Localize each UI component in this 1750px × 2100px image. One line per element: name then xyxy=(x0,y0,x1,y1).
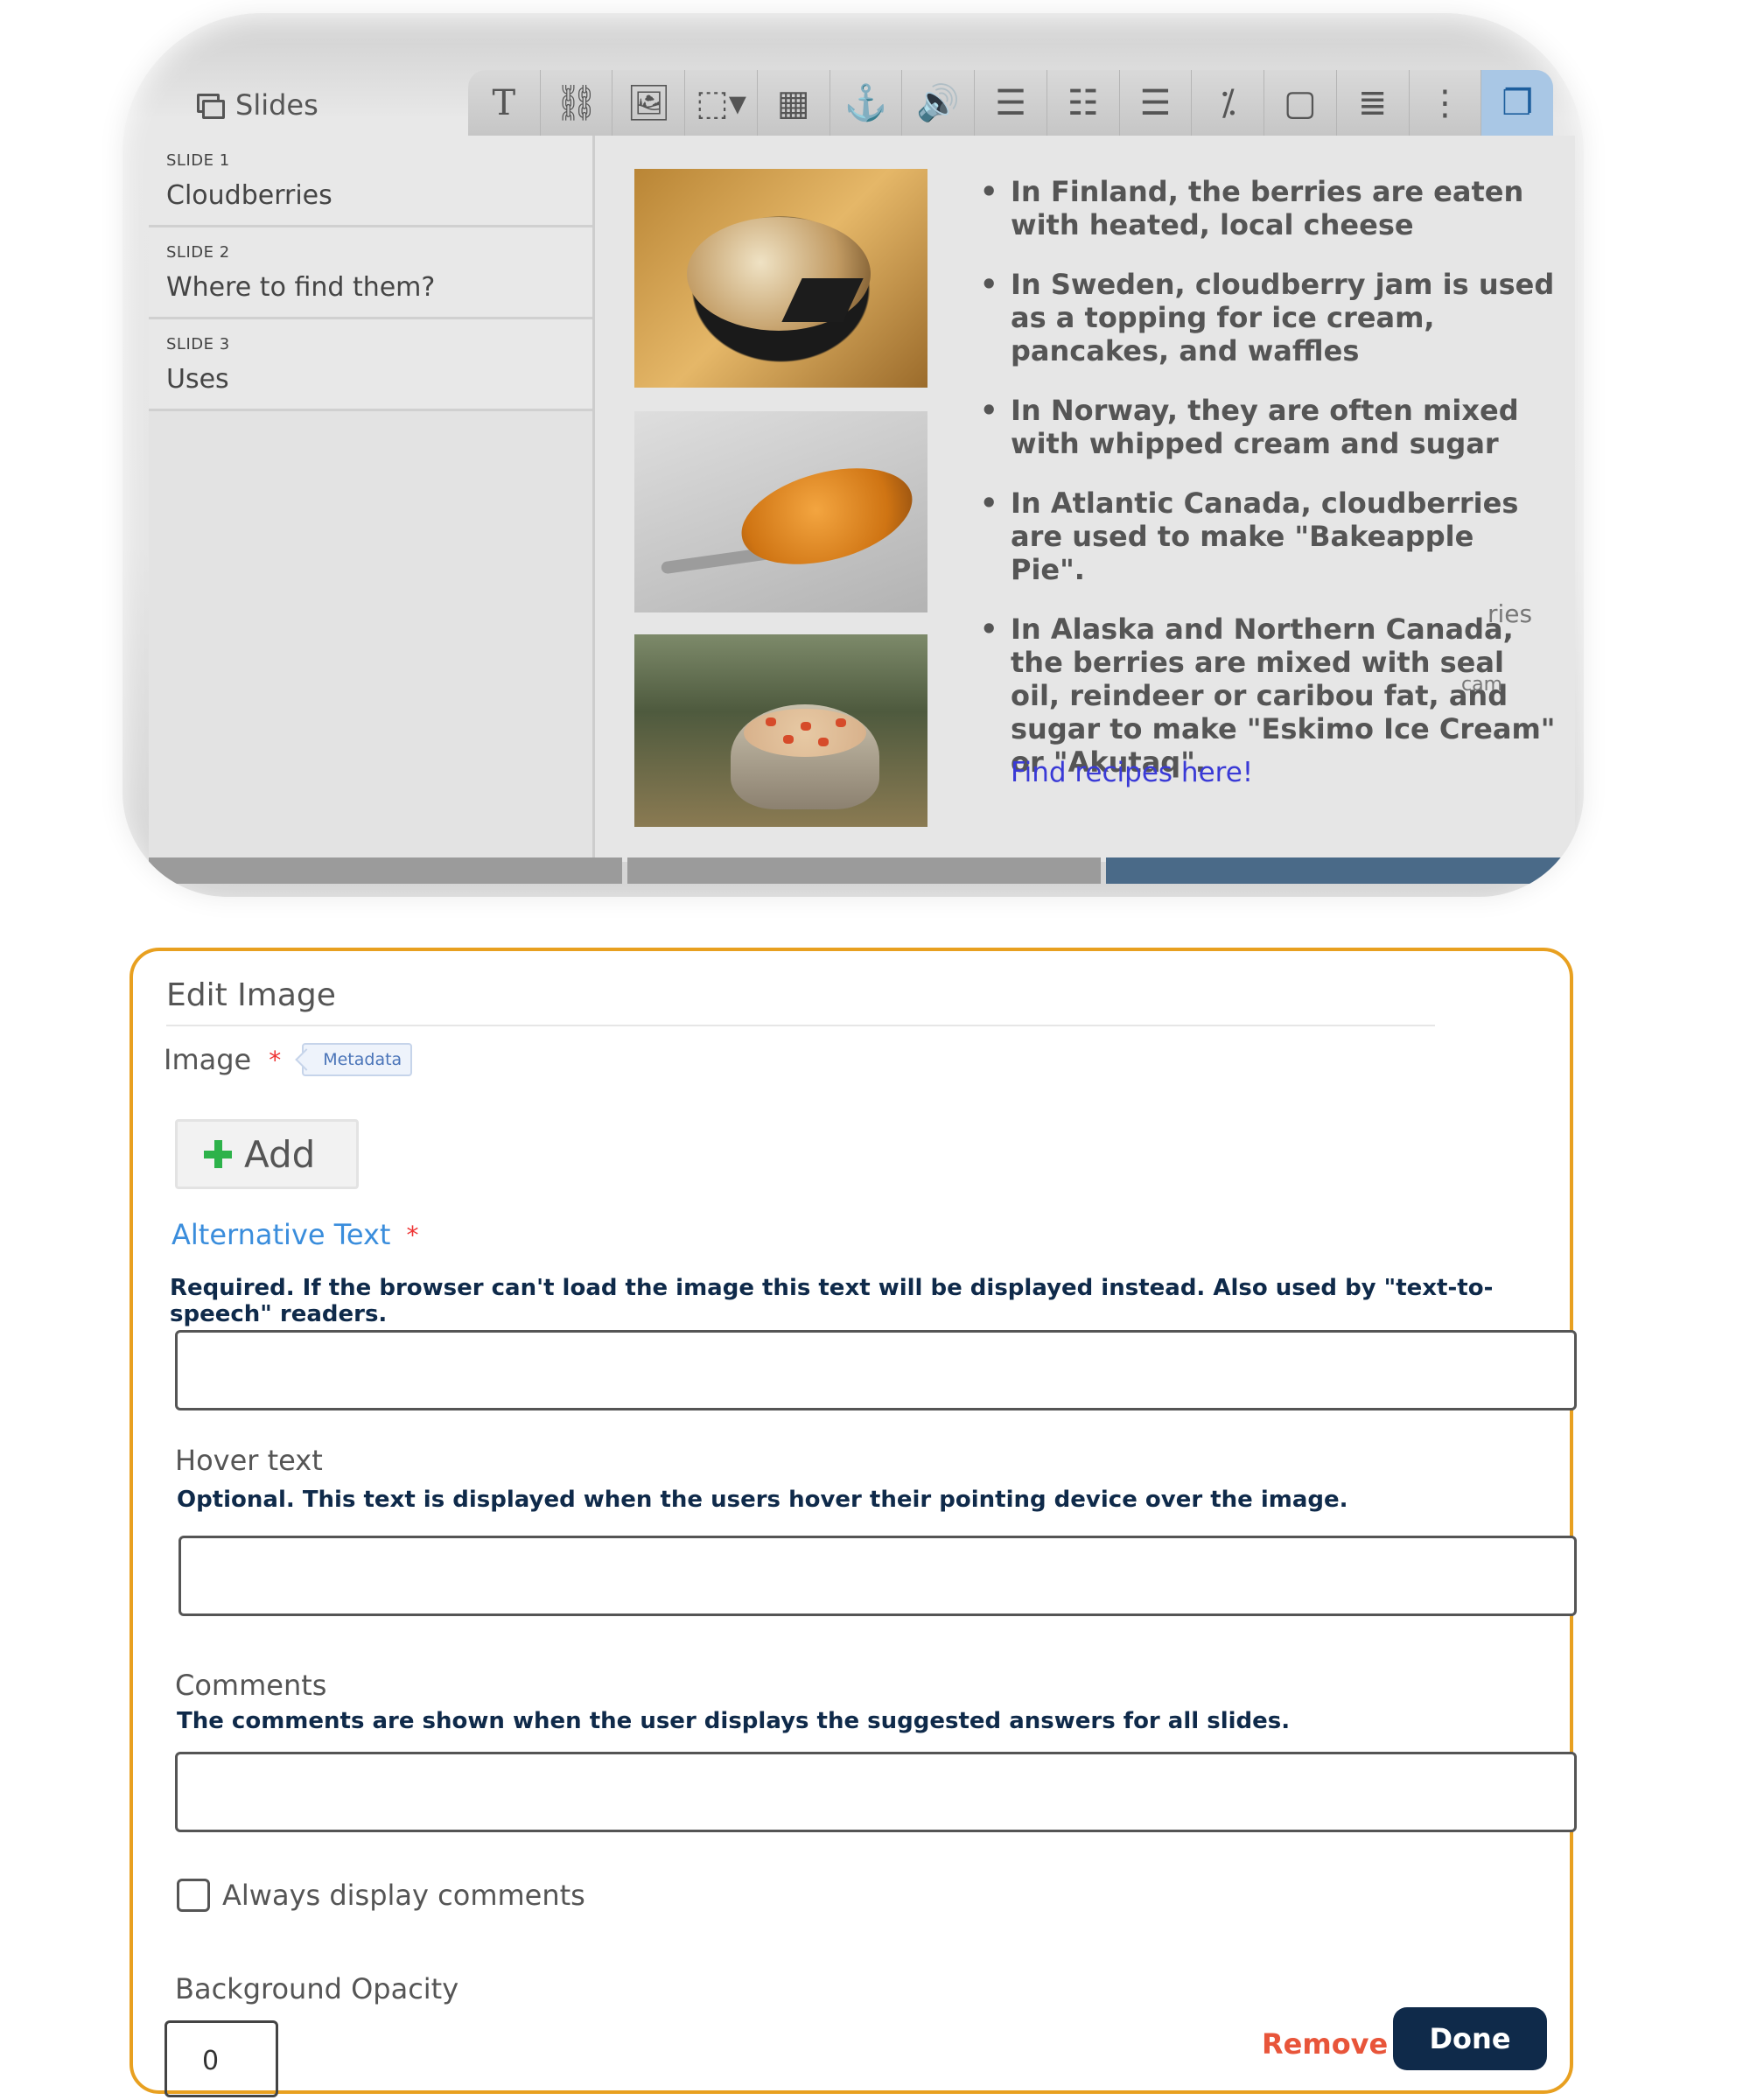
slide-progress-bar xyxy=(149,858,1579,884)
divider xyxy=(166,1025,1435,1026)
berry-dot xyxy=(818,738,829,746)
text-tool-icon[interactable]: T xyxy=(468,70,541,136)
list-item: In Sweden, cloudberry jam is used as a t… xyxy=(980,268,1558,368)
slides-icon xyxy=(197,94,225,119)
hover-text-label: Hover text xyxy=(175,1444,323,1477)
background-opacity-label: Background Opacity xyxy=(175,1972,459,2006)
alt-text-label: Alternative Text * xyxy=(172,1218,418,1251)
progress-segment-3[interactable] xyxy=(1106,858,1579,884)
jam-shape xyxy=(731,451,923,582)
uses-list[interactable]: In Finland, the berries are eaten with h… xyxy=(980,175,1558,805)
alt-text-help: Required. If the browser can't load the … xyxy=(170,1275,1494,1327)
progress-segment-1[interactable] xyxy=(149,858,622,884)
fill-blanks-tool-icon[interactable]: ☰ xyxy=(975,70,1047,136)
slide-title: Where to find them? xyxy=(166,272,436,303)
slide-number: SLIDE 2 xyxy=(166,243,230,262)
camp-food-image[interactable] xyxy=(634,634,928,827)
slide-item-3[interactable]: SLIDE 3 Uses xyxy=(149,319,592,411)
percent-tool-icon[interactable]: ⁒ xyxy=(1192,70,1265,136)
progress-segment-2[interactable] xyxy=(627,858,1101,884)
background-opacity-input[interactable]: 0 xyxy=(164,2020,278,2097)
list-item: In Atlantic Canada, cloudberries are use… xyxy=(980,486,1558,586)
pie-shape xyxy=(687,217,871,331)
remove-button[interactable]: Remove xyxy=(1262,2027,1388,2061)
required-icon: * xyxy=(269,1045,282,1074)
required-icon: * xyxy=(406,1220,419,1250)
alt-text-input[interactable] xyxy=(175,1330,1577,1410)
slides-sidebar: SLIDE 1 Cloudberries SLIDE 2 Where to fi… xyxy=(149,136,595,862)
always-display-checkbox[interactable] xyxy=(177,1879,210,1912)
edit-image-panel: Edit Image Image * Metadata Add Alternat… xyxy=(130,948,1577,2097)
ghost-text: ries xyxy=(1488,599,1533,628)
slide-number: SLIDE 3 xyxy=(166,335,230,354)
list-item: In Alaska and Northern Canada, the berri… xyxy=(980,612,1558,779)
slide-number: SLIDE 1 xyxy=(166,151,230,170)
cheese-pie-image[interactable] xyxy=(634,169,928,388)
hover-text-help: Optional. This text is displayed when th… xyxy=(177,1487,1348,1513)
toolbar: T ⛓ 🖼 ⬚▾ ▦ ⚓ 🔊 ☰ ☷ ☰ ⁒ ▢ ≣ ⋮ ❐ xyxy=(468,70,1554,136)
slide-canvas: In Finland, the berries are eaten with h… xyxy=(595,136,1575,862)
plus-icon xyxy=(204,1140,232,1168)
berry-dot xyxy=(766,718,776,726)
panel-title: Edit Image xyxy=(166,977,336,1013)
checklist-tool-icon[interactable]: ☰ xyxy=(1120,70,1193,136)
add-label: Add xyxy=(244,1132,316,1176)
add-image-button[interactable]: Add xyxy=(175,1119,359,1189)
berry-dot xyxy=(783,735,794,744)
recipes-link[interactable]: Find recipes here! xyxy=(1011,757,1253,788)
slides-header: Slides xyxy=(197,74,318,136)
berry-dot xyxy=(801,722,811,731)
comments-label: Comments xyxy=(175,1669,327,1702)
done-button[interactable]: Done xyxy=(1393,2007,1547,2070)
shape-tool-icon[interactable]: ⬚▾ xyxy=(685,70,758,136)
slide-title: Cloudberries xyxy=(166,180,332,211)
list-item: In Finland, the berries are eaten with h… xyxy=(980,175,1558,242)
metadata-button[interactable]: Metadata xyxy=(302,1043,413,1076)
anchor-tool-icon[interactable]: ⚓ xyxy=(830,70,903,136)
list-item: In Norway, they are often mixed with whi… xyxy=(980,394,1558,460)
link-tool-icon[interactable]: ⛓ xyxy=(541,70,613,136)
slide-title: Uses xyxy=(166,364,229,395)
hover-text-input[interactable] xyxy=(178,1536,1577,1616)
berry-dot xyxy=(836,718,846,727)
image-field-label: Image * Metadata xyxy=(164,1043,413,1076)
image-label-text: Image xyxy=(164,1043,252,1076)
video-tool-icon[interactable]: ▦ xyxy=(758,70,830,136)
comments-input[interactable] xyxy=(175,1752,1577,1832)
dialog-tool-icon[interactable]: ▢ xyxy=(1264,70,1337,136)
ghost-text: cam xyxy=(1461,674,1503,696)
slide-editor: Slides T ⛓ 🖼 ⬚▾ ▦ ⚓ 🔊 ☰ ☷ ☰ ⁒ ▢ ≣ ⋮ ❐ SL… xyxy=(122,13,1584,897)
comments-help: The comments are shown when the user dis… xyxy=(177,1708,1291,1734)
multiple-choice-tool-icon[interactable]: ☷ xyxy=(1047,70,1120,136)
paste-tool-icon[interactable]: ❐ xyxy=(1481,70,1554,136)
food-shape xyxy=(744,709,866,757)
audio-tool-icon[interactable]: 🔊 xyxy=(902,70,976,136)
slides-title: Slides xyxy=(235,88,318,122)
slide-item-2[interactable]: SLIDE 2 Where to find them? xyxy=(149,228,592,319)
always-display-label: Always display comments xyxy=(222,1879,585,1912)
alt-text-label-text: Alternative Text xyxy=(172,1218,391,1251)
jam-spoon-image[interactable] xyxy=(634,411,928,612)
more-tool-icon[interactable]: ⋮ xyxy=(1410,70,1482,136)
list-tool-icon[interactable]: ≣ xyxy=(1337,70,1410,136)
image-tool-icon[interactable]: 🖼 xyxy=(612,70,686,136)
always-display-comments-row: Always display comments xyxy=(177,1879,585,1912)
slide-item-1[interactable]: SLIDE 1 Cloudberries xyxy=(149,136,592,228)
